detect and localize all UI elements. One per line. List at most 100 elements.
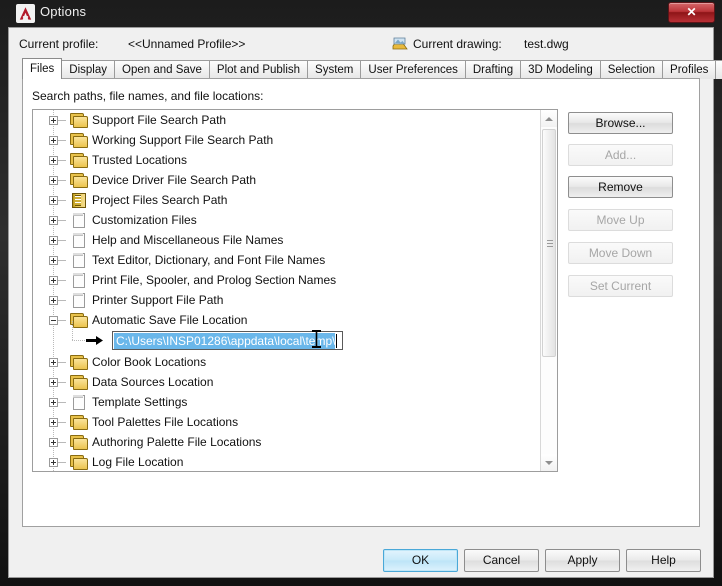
folders-icon [70,435,88,450]
expand-plus-icon[interactable] [49,195,58,205]
apply-button[interactable]: Apply [545,549,620,572]
move-down-button: Move Down [568,242,673,264]
tree-row[interactable]: Project Files Search Path [33,190,557,210]
tree-row[interactable]: Customization Files [33,210,557,230]
window-title: Options [40,4,87,19]
tree-row[interactable]: Authoring Palette File Locations [33,432,557,452]
expand-plus-icon[interactable] [49,215,58,225]
tree-elbow [58,421,66,423]
tab-online[interactable]: Online [715,60,722,79]
add-button: Add... [568,144,673,166]
tree-child-guide [72,321,73,341]
page-icon [70,213,87,228]
tree-row[interactable]: Trusted Locations [33,150,557,170]
title-bar: Options ✕ [0,0,722,27]
remove-button[interactable]: Remove [568,176,673,198]
expand-plus-icon[interactable] [49,155,58,165]
tree-row-label: Project Files Search Path [92,193,228,207]
expand-plus-icon[interactable] [49,115,58,125]
tree-row[interactable]: Template Settings [33,392,557,412]
expand-plus-icon[interactable] [49,437,58,447]
tab-open-and-save[interactable]: Open and Save [114,60,210,79]
expand-plus-icon[interactable] [49,295,58,305]
ok-button[interactable]: OK [383,549,458,572]
tree-row-label: Authoring Palette File Locations [92,435,262,449]
tree-row-label: Support File Search Path [92,113,227,127]
tab-plot-and-publish[interactable]: Plot and Publish [208,60,309,79]
tab-user-preferences[interactable]: User Preferences [360,60,466,79]
file-locations-tree[interactable]: Support File Search Path Working Support … [32,109,558,472]
tree-row[interactable]: Color Book Locations [33,352,557,372]
folders-icon [70,355,88,370]
tree-elbow [58,279,66,281]
tree-row-label: Print File, Spooler, and Prolog Section … [92,273,337,287]
expand-plus-icon[interactable] [49,357,58,367]
tree-elbow [58,381,66,383]
tree-row-label: Template Settings [92,395,188,409]
tree-row-label: Data Sources Location [92,375,214,389]
folders-icon [70,375,88,390]
tree-elbow [58,401,66,403]
tree-row[interactable]: Tool Palettes File Locations [33,412,557,432]
tree-row[interactable]: Data Sources Location [33,372,557,392]
tab-system[interactable]: System [307,60,362,79]
tree-elbow [58,299,66,301]
tree-row[interactable]: Printer Support File Path [33,290,557,310]
tab-profiles[interactable]: Profiles [662,60,717,79]
close-button[interactable]: ✕ [668,2,715,23]
tree-row[interactable]: Working Support File Search Path [33,130,557,150]
tree-row[interactable]: Device Driver File Search Path [33,170,557,190]
page-icon [70,233,87,248]
tree-edit-row[interactable]: C:\Users\INSP01286\appdata\local\temp\ [33,321,557,352]
expand-plus-icon[interactable] [49,255,58,265]
tree-row-label: Help and Miscellaneous File Names [92,233,284,247]
tree-row[interactable]: Text Editor, Dictionary, and Font File N… [33,250,557,270]
tree-elbow [58,461,66,463]
expand-plus-icon[interactable] [49,377,58,387]
file-path-edit-box[interactable]: C:\Users\INSP01286\appdata\local\temp\ [112,331,343,350]
book-icon [70,193,87,208]
help-button[interactable]: Help [626,549,701,572]
browse-button[interactable]: Browse... [568,112,673,134]
tree-elbow [58,139,66,141]
tree-row[interactable]: Print File, Spooler, and Prolog Section … [33,270,557,290]
move-up-button: Move Up [568,209,673,231]
tree-elbow [58,239,66,241]
tab-strip: Files Display Open and Save Plot and Publis… [22,58,722,79]
tree-row-label: Log File Location [92,455,184,469]
tree-row[interactable]: Support File Search Path [33,110,557,130]
expand-plus-icon[interactable] [49,175,58,185]
autocad-a-logo-icon [16,4,35,23]
tab-files[interactable]: Files [22,58,63,79]
expand-plus-icon[interactable] [49,397,58,407]
tree-row-label: Tool Palettes File Locations [92,415,239,429]
page-icon [70,395,87,410]
tab-3d-modeling[interactable]: 3D Modeling [520,60,601,79]
current-drawing-label: Current drawing: [413,37,502,51]
tree-row[interactable]: Help and Miscellaneous File Names [33,230,557,250]
tree-row-label: Device Driver File Search Path [92,173,257,187]
current-drawing-value: test.dwg [524,37,569,51]
page-icon [70,293,87,308]
folders-icon [70,415,88,430]
expand-plus-icon[interactable] [49,135,58,145]
tree-elbow [58,259,66,261]
folders-icon [70,455,88,470]
tab-display[interactable]: Display [61,60,115,79]
tree-row[interactable]: Automatic Save File Location [33,310,557,330]
tree-row-label: Trusted Locations [92,153,187,167]
expand-plus-icon[interactable] [49,417,58,427]
tab-drafting[interactable]: Drafting [464,60,522,79]
tree-elbow [58,199,66,201]
collapse-minus-icon[interactable] [49,315,58,325]
expand-plus-icon[interactable] [49,235,58,245]
expand-plus-icon[interactable] [49,275,58,285]
options-dialog-window: Options ✕ Current profile: <<Unnamed Pro… [0,0,722,586]
file-path-value[interactable]: C:\Users\INSP01286\appdata\local\temp\ [114,332,336,349]
cancel-button[interactable]: Cancel [464,549,539,572]
tree-row[interactable]: Log File Location [33,452,557,471]
tab-selection[interactable]: Selection [599,60,664,79]
panel-label: Search paths, file names, and file locat… [32,89,264,103]
page-icon [70,273,87,288]
expand-plus-icon[interactable] [49,457,58,467]
